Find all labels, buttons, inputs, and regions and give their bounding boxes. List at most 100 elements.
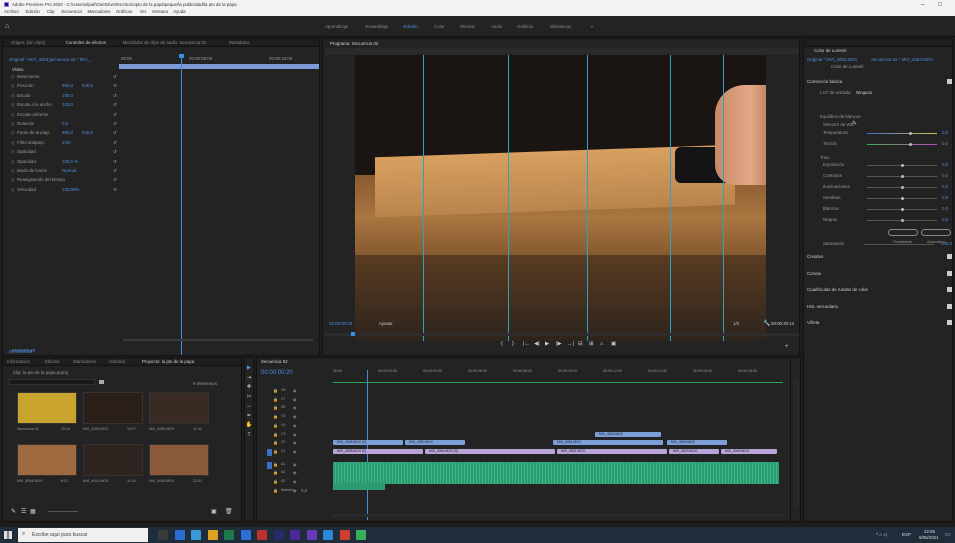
menu-item-6[interactable]: Ver — [140, 9, 147, 14]
mail-icon[interactable] — [224, 530, 234, 540]
param-value[interactable]: 0,0 — [942, 173, 948, 178]
target-icon[interactable] — [267, 448, 272, 456]
reset-button[interactable]: Restablecer — [888, 229, 918, 244]
clock-time[interactable]: 22:55 — [924, 529, 935, 534]
param-knob[interactable] — [900, 175, 904, 178]
pencil-icon[interactable]: ✎ — [11, 508, 16, 515]
auto-button[interactable]: Automático — [921, 229, 951, 244]
lumetri-section[interactable]: Viñeta — [804, 319, 954, 327]
lock-icon[interactable]: 🔒 — [273, 462, 278, 467]
notification-icon[interactable]: ▭ — [945, 531, 951, 538]
param-slider[interactable] — [867, 133, 937, 134]
param-knob[interactable] — [900, 164, 904, 167]
stopwatch-icon[interactable]: ◷ — [11, 93, 15, 98]
clip-v1[interactable]: MVI_4051.MOV — [557, 448, 667, 454]
razor-tool-icon[interactable]: ✂ — [247, 394, 252, 401]
more-workspaces-icon[interactable]: » — [591, 24, 593, 29]
param-knob[interactable] — [900, 197, 904, 200]
workspace-tab-3[interactable]: Color — [434, 24, 445, 29]
stopwatch-icon[interactable]: ◷ — [11, 187, 15, 192]
reset-icon[interactable]: ↺ — [113, 74, 117, 80]
reset-icon[interactable]: ↺ — [113, 187, 117, 193]
clip-v1[interactable]: MVI_4048.MOV [V] — [333, 448, 423, 454]
trash-icon[interactable]: 🗑 — [225, 508, 233, 515]
list-view-icon[interactable]: ☰ — [21, 508, 26, 515]
ec-tab-3[interactable]: Metadatos — [229, 40, 250, 45]
target-icon[interactable] — [267, 461, 272, 469]
program-playhead-marker[interactable] — [351, 332, 355, 336]
eye-icon[interactable]: ◉ — [293, 441, 297, 445]
fx-value-1[interactable]: 100,0 — [62, 93, 73, 98]
saturation-value[interactable]: 100,0 — [941, 241, 952, 246]
ec-tab-0[interactable]: Origen: (sin clips) — [11, 40, 45, 45]
fx-value-1[interactable]: 0,0 — [62, 121, 68, 126]
param-knob[interactable] — [900, 219, 904, 222]
workspace-tab-0[interactable]: Aprendizaje — [325, 24, 348, 29]
project-item[interactable]: MVI_4049.MOV 22:01 — [149, 444, 211, 492]
stopwatch-icon[interactable]: ◷ — [11, 169, 15, 173]
saturation-slider[interactable] — [864, 244, 934, 245]
eye-icon[interactable]: ◉ — [293, 397, 297, 402]
clip-v3[interactable]: MVI_4053.MOV — [595, 431, 661, 437]
lock-icon[interactable]: 🔒 — [273, 480, 278, 484]
program-timecode[interactable]: 00:00:00:20 — [329, 321, 352, 326]
taskbar-search-input[interactable]: ⌕ Escribe aquí para buscar — [18, 528, 148, 542]
language-indicator[interactable]: ESP — [902, 532, 911, 537]
param-value[interactable]: 0,0 — [942, 141, 948, 146]
param-value[interactable]: 0,0 — [942, 184, 948, 189]
add-button-icon[interactable]: + — [785, 344, 789, 350]
timeline-tab[interactable]: Secuencia 02 — [261, 359, 288, 364]
project-item[interactable]: Secuencia 02 20:14 — [17, 392, 79, 440]
fit-dropdown[interactable]: Ajustar — [379, 321, 393, 326]
project-search-input[interactable] — [9, 379, 95, 385]
lumetri-basic[interactable]: Corrección básica — [807, 79, 842, 84]
reset-icon[interactable]: ↺ — [113, 168, 117, 174]
checkbox-icon[interactable] — [947, 287, 952, 292]
transport-button-6[interactable]: →| — [567, 341, 574, 348]
project-tab-2[interactable]: Marcadores — [73, 359, 96, 364]
project-tab-1[interactable]: Efectos — [45, 359, 60, 364]
lock-icon[interactable]: 🔒 — [273, 432, 278, 437]
explorer-icon[interactable] — [191, 530, 201, 540]
reset-icon[interactable]: ↺ — [113, 178, 117, 183]
eye-icon[interactable]: ◉ — [293, 415, 297, 419]
lock-icon[interactable]: 🔒 — [273, 397, 278, 402]
program-scrub-bar[interactable] — [325, 333, 799, 336]
ratio-dropdown[interactable]: 1/2 — [733, 321, 739, 326]
menu-item-0[interactable]: Archivo — [4, 9, 19, 14]
fx-value-1[interactable]: Normal — [62, 168, 76, 173]
param-knob[interactable] — [900, 208, 904, 211]
param-knob[interactable] — [908, 143, 912, 146]
project-item[interactable]: MVI_4051.MOV 11:04 — [83, 444, 145, 492]
eye-icon[interactable]: ◉ — [293, 462, 297, 467]
project-item[interactable]: MVI_4054.MOV 6:21 — [17, 444, 79, 492]
stopwatch-icon[interactable]: ◷ — [11, 122, 15, 126]
folder-icon[interactable] — [99, 380, 104, 384]
lock-icon[interactable]: 🔒 — [273, 423, 278, 428]
fx-value-1[interactable]: 960,0 — [62, 130, 73, 135]
lumetri-seq[interactable]: Secuencia 02 * MVI_4053.MOV — [871, 57, 933, 62]
lumetri-section[interactable]: Cuadrículas de ruedas de color — [804, 286, 954, 294]
param-knob[interactable] — [900, 186, 904, 189]
selection-tool-icon[interactable]: ▶ — [247, 365, 251, 372]
fx-value-1[interactable]: 100,0 % — [62, 159, 78, 164]
workspace-tab-5[interactable]: Audio — [491, 24, 502, 29]
fx-value-1[interactable]: 0,00 — [62, 140, 71, 145]
lock-icon[interactable]: 🔒 — [273, 406, 278, 410]
track-select-icon[interactable]: ⇥ — [247, 375, 252, 382]
project-item[interactable]: MVI_4053.MOV 15:07 — [83, 392, 145, 440]
eye-icon[interactable]: ◉ — [293, 423, 297, 428]
checkbox-icon[interactable] — [947, 270, 952, 276]
eyedropper-icon[interactable]: ✎ — [852, 121, 857, 127]
workspace-tab-2[interactable]: Edición — [403, 24, 417, 29]
param-value[interactable]: 0,0 — [942, 162, 948, 167]
reset-icon[interactable]: ↺ — [113, 140, 117, 146]
store-icon[interactable] — [207, 530, 218, 540]
reset-icon[interactable]: ↺ — [113, 112, 117, 118]
maximize-button[interactable]: ◻ — [938, 2, 942, 7]
system-tray-icons[interactable]: ^ ⌂ ◁ — [876, 532, 887, 537]
param-knob[interactable] — [908, 132, 912, 135]
ec-seq-label[interactable]: Secuencia 02 * MVI_... — [49, 57, 94, 62]
type-tool-icon[interactable]: T — [247, 432, 250, 439]
lock-icon[interactable]: 🔒 — [273, 389, 278, 393]
